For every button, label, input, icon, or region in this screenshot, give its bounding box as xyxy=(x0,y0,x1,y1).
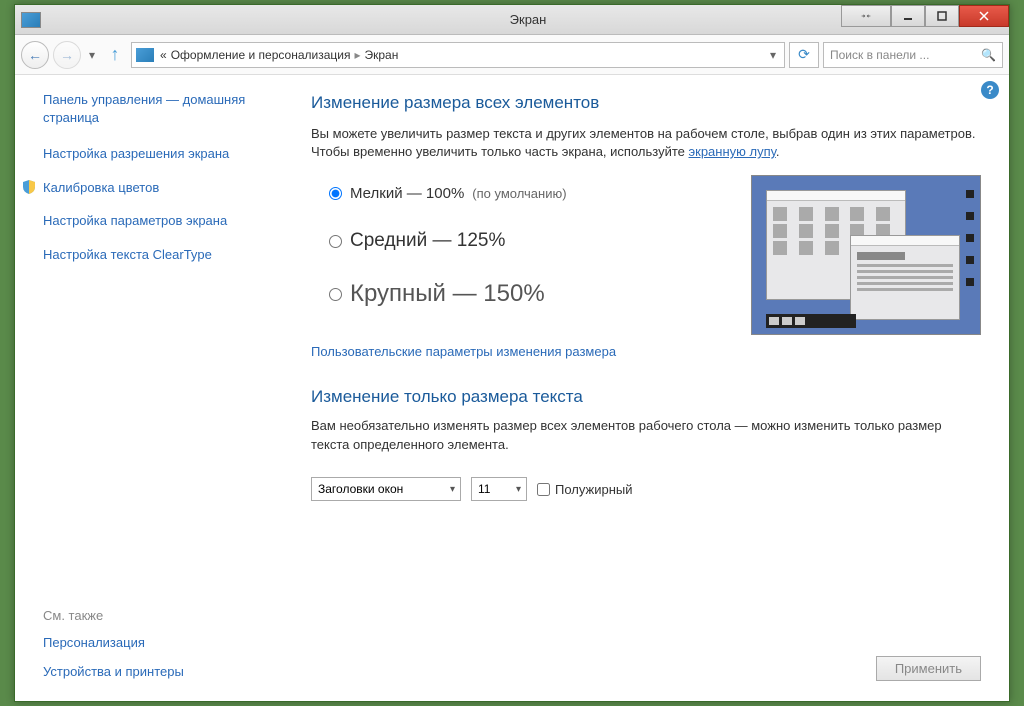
heading-text-only: Изменение только размера текста xyxy=(311,387,981,407)
size-row: Мелкий — 100% (по умолчанию) Средний — 1… xyxy=(311,175,981,336)
body: Панель управления — домашняя страница На… xyxy=(15,75,1009,701)
radio-medium-input[interactable] xyxy=(329,235,342,248)
back-button[interactable]: ← xyxy=(21,41,49,69)
radio-default-label: (по умолчанию) xyxy=(472,186,566,201)
radio-label: Мелкий — 100% xyxy=(350,185,464,202)
control-panel-home-link[interactable]: Панель управления — домашняя страница xyxy=(43,91,263,127)
sidebar: Панель управления — домашняя страница На… xyxy=(15,75,271,701)
breadcrumb-current[interactable]: Экран xyxy=(364,48,398,62)
sidebar-link-personalization[interactable]: Персонализация xyxy=(43,635,263,650)
sidebar-link-cleartype[interactable]: Настройка текста ClearType xyxy=(43,246,263,264)
radio-small-input[interactable] xyxy=(329,187,342,200)
preview-image xyxy=(751,175,981,335)
search-placeholder: Поиск в панели ... xyxy=(830,48,929,62)
preview-window-2 xyxy=(850,235,960,320)
checkbox-label: Полужирный xyxy=(555,482,633,497)
desc-text-end: . xyxy=(776,144,780,159)
maximize-button[interactable] xyxy=(925,5,959,27)
bold-checkbox[interactable]: Полужирный xyxy=(537,482,633,497)
close-icon xyxy=(979,11,989,21)
sidebar-link-resolution[interactable]: Настройка разрешения экрана xyxy=(43,145,263,163)
forward-button[interactable]: → xyxy=(53,41,81,69)
radio-large-input[interactable] xyxy=(329,288,342,301)
history-dropdown[interactable]: ▾ xyxy=(85,48,99,62)
content: ? Изменение размера всех элементов Вы мо… xyxy=(271,75,1009,701)
help-button[interactable] xyxy=(841,5,891,27)
breadcrumb: « Оформление и персонализация ▸ Экран xyxy=(160,48,760,62)
system-icon xyxy=(21,12,41,28)
breadcrumb-sep: ▸ xyxy=(354,48,360,62)
address-bar[interactable]: « Оформление и персонализация ▸ Экран ▾ xyxy=(131,42,785,68)
size-radios: Мелкий — 100% (по умолчанию) Средний — 1… xyxy=(311,175,567,336)
breadcrumb-parent[interactable]: Оформление и персонализация xyxy=(171,48,351,62)
help-icon[interactable]: ? xyxy=(981,81,999,99)
magnifier-link[interactable]: экранную лупу xyxy=(689,144,776,159)
minimize-button[interactable] xyxy=(891,5,925,27)
breadcrumb-chevron: « xyxy=(160,48,167,62)
radio-small[interactable]: Мелкий — 100% (по умолчанию) xyxy=(329,185,567,202)
radio-label: Крупный — 150% xyxy=(350,280,545,308)
apply-button[interactable]: Применить xyxy=(876,656,981,681)
description-2: Вам необязательно изменять размер всех э… xyxy=(311,417,981,455)
bold-checkbox-input[interactable] xyxy=(537,483,550,496)
size-select[interactable]: 11 xyxy=(471,477,527,501)
select-value: 11 xyxy=(478,482,490,496)
description-1: Вы можете увеличить размер текста и друг… xyxy=(311,125,981,161)
titlebar: Экран xyxy=(15,5,1009,35)
arrow-icon xyxy=(861,11,871,21)
shield-icon xyxy=(21,179,37,195)
text-settings-row: Заголовки окон 11 Полужирный xyxy=(311,477,981,501)
element-select[interactable]: Заголовки окон xyxy=(311,477,461,501)
preview-dots xyxy=(966,190,976,286)
desc-text: Вы можете увеличить размер текста и друг… xyxy=(311,126,975,159)
navbar: ← → ▾ ↑ « Оформление и персонализация ▸ … xyxy=(15,35,1009,75)
radio-label: Средний — 125% xyxy=(350,230,505,252)
sidebar-link-calibration[interactable]: Калибровка цветов xyxy=(43,179,263,197)
address-dropdown[interactable]: ▾ xyxy=(766,48,780,62)
refresh-button[interactable]: ⟳ xyxy=(789,42,819,68)
sidebar-link-label: Настройка текста ClearType xyxy=(43,246,212,264)
custom-size-link[interactable]: Пользовательские параметры изменения раз… xyxy=(311,344,616,359)
maximize-icon xyxy=(937,11,947,21)
select-value: Заголовки окон xyxy=(318,482,403,496)
minimize-icon xyxy=(903,11,913,21)
window-controls xyxy=(841,5,1009,27)
radio-large[interactable]: Крупный — 150% xyxy=(329,280,567,308)
search-box[interactable]: Поиск в панели ... 🔍 xyxy=(823,42,1003,68)
sidebar-link-label: Настройка параметров экрана xyxy=(43,212,227,230)
radio-medium[interactable]: Средний — 125% xyxy=(329,230,567,252)
sidebar-link-devices[interactable]: Устройства и принтеры xyxy=(43,664,263,679)
display-icon xyxy=(136,48,154,62)
up-button[interactable]: ↑ xyxy=(103,43,127,67)
close-button[interactable] xyxy=(959,5,1009,27)
sidebar-link-params[interactable]: Настройка параметров экрана xyxy=(43,212,263,230)
search-icon: 🔍 xyxy=(981,48,996,62)
sidebar-link-label: Калибровка цветов xyxy=(43,179,159,197)
see-also-label: См. также xyxy=(43,608,263,623)
heading-resize-all: Изменение размера всех элементов xyxy=(311,93,981,113)
window: Экран ← → ▾ ↑ « Оформление и персонализа xyxy=(14,4,1010,702)
sidebar-link-label: Настройка разрешения экрана xyxy=(43,145,229,163)
preview-bar xyxy=(766,314,856,328)
